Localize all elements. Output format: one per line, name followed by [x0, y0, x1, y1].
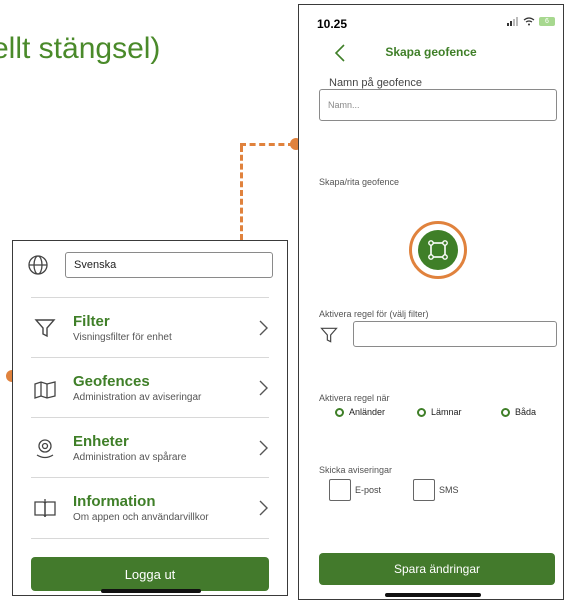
- radio-circle: [417, 407, 426, 417]
- email-checkbox[interactable]: [329, 479, 351, 501]
- radio-circle: [501, 407, 510, 417]
- chevron-right-icon: [259, 500, 268, 516]
- filter-icon: [34, 319, 56, 338]
- connector-horizontal: [240, 143, 294, 146]
- filter-rule-label: Aktivera regel för (välj filter): [319, 309, 429, 319]
- radio-label: Båda: [515, 407, 537, 417]
- wifi-icon: [523, 17, 535, 26]
- radio-circle: [335, 407, 344, 417]
- filter-select[interactable]: [353, 321, 557, 347]
- polygon-draw-icon: [428, 240, 448, 260]
- home-indicator: [385, 593, 481, 597]
- menu-item-title: Geofences: [73, 372, 150, 390]
- rule-radio-group: Anländer Lämnar Båda: [315, 407, 551, 423]
- menu-item-title: Information: [73, 492, 156, 510]
- book-icon: [34, 499, 56, 518]
- home-indicator: [101, 589, 201, 593]
- connector-vertical: [240, 146, 243, 240]
- radio-bada[interactable]: Båda: [501, 407, 536, 417]
- menu-item-subtitle: Administration av spårare: [73, 451, 187, 463]
- draw-button-inner: [418, 230, 458, 270]
- draw-geofence-button[interactable]: [409, 221, 467, 279]
- sms-checkbox[interactable]: [413, 479, 435, 501]
- language-select[interactable]: Svenska: [65, 252, 273, 278]
- chevron-right-icon: [259, 320, 268, 336]
- notify-label: Skicka aviseringar: [319, 465, 393, 475]
- filter-icon: [320, 327, 338, 343]
- menu-panel: Svenska Filter Visningsfilter för enhet …: [12, 240, 288, 596]
- name-label: Namn på geofence: [329, 77, 422, 89]
- globe-icon: [28, 255, 48, 275]
- email-checkbox-label: E-post: [355, 485, 382, 495]
- name-input[interactable]: Namn...: [319, 89, 557, 121]
- language-row: Svenska: [27, 251, 273, 279]
- menu-item-title: Enheter: [73, 432, 129, 450]
- tracker-icon: [36, 439, 54, 459]
- draw-label: Skapa/rita geofence: [319, 177, 400, 187]
- status-icons: 6: [507, 17, 555, 26]
- logout-button[interactable]: Logga ut: [31, 557, 269, 591]
- status-time: 10.25: [317, 17, 348, 31]
- headline-text: ellt stängsel): [0, 32, 161, 65]
- chevron-right-icon: [259, 440, 268, 456]
- battery-icon: 6: [539, 17, 555, 26]
- phone-screen: 10.25 6 Skapa geofence Namn på geofence …: [298, 4, 564, 600]
- menu-item-information[interactable]: Information Om appen och användarvillkor: [31, 477, 269, 539]
- menu-item-title: Filter: [73, 312, 110, 330]
- chevron-right-icon: [259, 380, 268, 396]
- menu-item-filter[interactable]: Filter Visningsfilter för enhet: [31, 297, 269, 358]
- radio-lamnar[interactable]: Lämnar: [417, 407, 462, 417]
- menu-item-enheter[interactable]: Enheter Administration av spårare: [31, 417, 269, 478]
- sms-checkbox-label: SMS: [439, 485, 459, 495]
- menu-item-subtitle: Visningsfilter för enhet: [73, 331, 172, 343]
- menu-item-geofences[interactable]: Geofences Administration av aviseringar: [31, 357, 269, 418]
- save-changes-button[interactable]: Spara ändringar: [319, 553, 555, 585]
- radio-label: Lämnar: [431, 407, 462, 417]
- menu-item-subtitle: Om appen och användarvillkor: [73, 511, 209, 523]
- when-rule-label: Aktivera regel när: [319, 393, 390, 403]
- signal-icon: [507, 17, 518, 26]
- map-pin-icon: [34, 381, 56, 399]
- radio-anlander[interactable]: Anländer: [335, 407, 385, 417]
- page-title: Skapa geofence: [385, 45, 477, 59]
- radio-label: Anländer: [349, 407, 386, 417]
- menu-item-subtitle: Administration av aviseringar: [73, 391, 202, 403]
